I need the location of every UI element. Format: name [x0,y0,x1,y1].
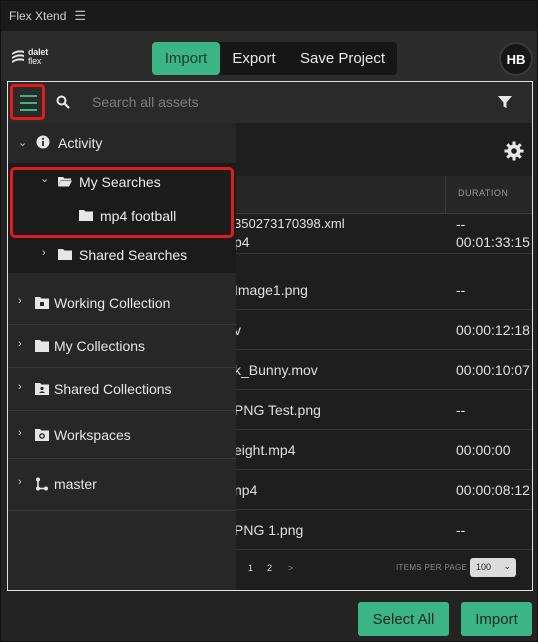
app-title: Flex Xtend [9,9,67,23]
asset-name: np4 [234,482,258,498]
nav-master[interactable]: › master [8,459,236,511]
nav-shared-searches[interactable]: › Shared Searches [8,238,236,272]
chevron-right-icon: › [18,338,22,350]
dalet-flex-logo: dalet flex [11,45,61,71]
asset-name: 350273170398.xml [234,216,345,231]
logo-mark-icon [12,50,24,63]
asset-duration: 00:00:12:18 [456,322,530,338]
column-divider [445,176,446,214]
top-bar: dalet flex Import Export Save Project HB [1,31,537,81]
nav-shared-collections-label: Shared Collections [54,381,172,397]
asset-name: p4 [234,234,250,250]
nav-my-collections[interactable]: › My Collections [8,325,236,368]
asset-duration: 00:00:00 [456,442,511,458]
filter-icon[interactable] [498,95,512,109]
asset-name: eight.mp4 [234,442,296,458]
shared-folder-icon [35,383,49,395]
page-1-link[interactable]: 1 [248,563,253,573]
asset-duration: 00:01:33:15 [456,234,530,250]
asset-duration: -- [456,282,466,298]
nav-my-collections-label: My Collections [54,338,146,354]
asset-duration: 00:00:08:12 [456,482,530,498]
chevron-right-icon: › [18,381,22,393]
hamburger-menu-icon[interactable]: ☰ [74,8,86,24]
nav-workspaces-label: Workspaces [54,427,131,443]
page-2-link[interactable]: 2 [267,563,272,573]
import-button[interactable]: Import [461,602,532,636]
nav-workspaces[interactable]: › Workspaces [8,411,236,459]
folder-icon [35,340,49,352]
duration-column-header[interactable]: DURATION [458,188,508,198]
tab-save-project[interactable]: Save Project [288,42,397,75]
assets-panel: DURATION 350273170398.xml p4 -- 00:01:33… [7,81,533,591]
info-icon [36,135,50,149]
navigation-drawer: ⌄ Activity ⌄ My Searches mp4 football › … [8,123,236,590]
collection-folder-icon [35,297,49,309]
highlight-box-nav-toggle [10,84,45,120]
items-per-page-value: 100 [476,562,492,572]
tab-import[interactable]: Import [152,42,220,75]
mode-tabs: Import Export Save Project [152,42,397,75]
nav-shared-searches-label: Shared Searches [79,247,188,263]
chevron-right-icon: › [18,295,22,307]
asset-name: PNG 1.png [234,522,304,538]
search-bar [8,82,532,123]
search-input[interactable] [92,91,472,113]
nav-shared-collections[interactable]: › Shared Collections [8,368,236,411]
chevron-down-icon: ⌄ [503,561,511,571]
chevron-right-icon: › [18,427,22,439]
next-page-icon[interactable]: > [288,563,293,573]
items-per-page-select[interactable]: 100 ⌄ [470,558,516,577]
asset-name: Image1.png [234,282,308,298]
nav-working-collection[interactable]: › Working Collection [8,282,236,325]
asset-name: PNG Test.png [234,402,321,418]
asset-duration: -- [456,522,466,538]
nav-master-label: master [54,476,97,492]
asset-duration: -- [456,216,466,232]
bottom-action-bar: Select All Import [1,591,537,641]
asset-duration: -- [456,402,466,418]
workspace-folder-icon [35,429,49,441]
app-window: Flex Xtend ☰ dalet flex Import Export Sa… [0,0,538,642]
nav-activity[interactable]: ⌄ Activity [8,123,236,163]
nav-activity-label: Activity [58,135,103,151]
items-per-page-label: ITEMS PER PAGE [396,563,468,572]
search-icon [56,95,70,109]
folder-icon [58,249,72,260]
nav-working-collection-label: Working Collection [54,295,171,311]
chevron-down-icon: ⌄ [18,137,28,149]
asset-name: k_Bunny.mov [234,362,318,378]
chevron-right-icon: › [42,247,46,259]
settings-gear-icon[interactable] [504,141,524,161]
chevron-right-icon: › [18,476,22,488]
highlight-box-my-searches [10,167,234,238]
branch-icon [36,477,48,491]
title-bar: Flex Xtend ☰ [1,1,537,31]
user-avatar[interactable]: HB [499,42,533,76]
select-all-button[interactable]: Select All [358,602,449,636]
tab-export[interactable]: Export [220,42,288,75]
asset-duration: 00:00:10:07 [456,362,530,378]
logo-text-line2: flex [28,56,42,66]
